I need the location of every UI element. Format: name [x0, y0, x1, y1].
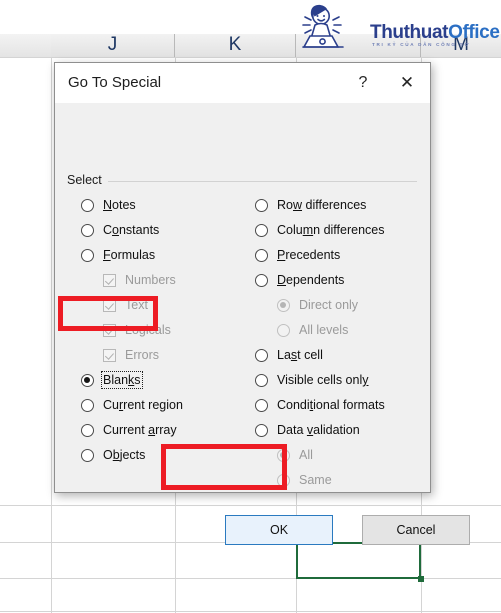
option-notes[interactable]: Notes — [81, 196, 136, 214]
dialog-titlebar: Go To Special ? ✕ — [55, 63, 430, 103]
option-errors: Errors — [103, 346, 159, 364]
option-label: Current array — [103, 423, 177, 437]
option-label: Blanks — [100, 370, 144, 390]
option-label: Column differences — [277, 223, 385, 237]
option-visible-cells-only[interactable]: Visible cells only — [255, 371, 368, 389]
radio-icon — [255, 348, 268, 362]
option-last-cell[interactable]: Last cell — [255, 346, 323, 364]
radio-icon — [81, 373, 94, 387]
option-column-differences[interactable]: Column differences — [255, 221, 385, 239]
option-data-validation[interactable]: Data validation — [255, 421, 360, 439]
option-label: All levels — [299, 323, 349, 337]
column-header-j-label: J — [107, 34, 118, 55]
option-text: Text — [103, 296, 148, 314]
radio-icon — [255, 198, 268, 212]
option-objects[interactable]: Objects — [81, 446, 145, 464]
option-logicals: Logicals — [103, 321, 171, 339]
person-laptop-icon — [302, 4, 344, 48]
radio-icon — [255, 248, 268, 262]
option-all-levels: All levels — [277, 321, 348, 339]
option-label: Constants — [103, 223, 160, 237]
option-label: Last cell — [277, 348, 323, 362]
grid-line-horizontal — [0, 505, 501, 506]
select-group-label: Select — [67, 173, 108, 187]
option-label: All — [299, 448, 313, 462]
option-label: Notes — [103, 198, 136, 212]
column-header-k[interactable]: K — [175, 34, 296, 57]
radio-icon — [81, 448, 94, 462]
option-blanks[interactable]: Blanks — [81, 370, 144, 390]
checkbox-icon — [103, 323, 116, 337]
option-label: Direct only — [299, 298, 359, 312]
option-current-region[interactable]: Current region — [81, 396, 183, 414]
column-header-j[interactable]: J — [51, 34, 175, 57]
watermark-brand: ThuthuatOffice — [370, 22, 500, 44]
dialog-title: Go To Special — [68, 74, 162, 91]
option-row-differences[interactable]: Row differences — [255, 196, 366, 214]
option-conditional-formats[interactable]: Conditional formats — [255, 396, 385, 414]
selection-fill-handle[interactable] — [418, 576, 424, 582]
option-label: Same — [299, 473, 332, 487]
option-label: Logicals — [125, 323, 171, 337]
radio-icon — [255, 223, 268, 237]
option-label: Row differences — [277, 198, 367, 212]
option-label: Numbers — [125, 273, 176, 287]
option-constants[interactable]: Constants — [81, 221, 159, 239]
checkbox-icon — [103, 298, 116, 312]
radio-icon — [255, 423, 268, 437]
grid-line-horizontal — [0, 578, 501, 579]
option-numbers: Numbers — [103, 271, 176, 289]
help-icon[interactable]: ? — [342, 63, 384, 103]
watermark-brand-part1: Thuthuat — [370, 22, 449, 43]
close-icon[interactable]: ✕ — [386, 63, 428, 103]
checkbox-icon — [103, 273, 116, 287]
option-precedents[interactable]: Precedents — [255, 246, 340, 264]
option-current-array[interactable]: Current array — [81, 421, 177, 439]
radio-icon — [81, 423, 94, 437]
watermark-brand-part2: Office — [448, 22, 500, 43]
option-label: Formulas — [103, 248, 156, 262]
radio-icon — [277, 473, 290, 487]
select-group-separator — [67, 181, 417, 182]
radio-icon — [277, 448, 290, 462]
grid-line-horizontal — [0, 611, 501, 612]
cancel-button[interactable]: Cancel — [362, 515, 470, 545]
go-to-special-dialog: Go To Special ? ✕ Select Notes Constants F… — [54, 62, 470, 545]
option-label: Visible cells only — [277, 373, 369, 387]
watermark-tagline: TRI KỶ CỦA DÂN CÔNG SỞ — [372, 42, 471, 47]
checkbox-icon — [103, 348, 116, 362]
ok-button[interactable]: OK — [225, 515, 333, 545]
option-label: Errors — [125, 348, 160, 362]
option-direct-only: Direct only — [277, 296, 358, 314]
radio-icon — [81, 398, 94, 412]
radio-icon — [277, 323, 290, 337]
radio-icon — [255, 373, 268, 387]
radio-icon — [255, 398, 268, 412]
option-label: Dependents — [277, 273, 345, 287]
grid-line-vertical — [51, 57, 52, 613]
radio-icon — [81, 198, 94, 212]
option-all: All — [277, 446, 313, 464]
option-label: Objects — [103, 448, 146, 462]
option-label: Conditional formats — [277, 398, 385, 412]
option-label: Current region — [103, 398, 183, 412]
radio-icon — [277, 298, 290, 312]
radio-icon — [255, 273, 268, 287]
selected-cell[interactable] — [296, 542, 421, 579]
option-label: Precedents — [277, 248, 341, 262]
option-dependents[interactable]: Dependents — [255, 271, 344, 289]
radio-icon — [81, 223, 94, 237]
grid-line-horizontal — [0, 57, 501, 58]
option-label: Data validation — [277, 423, 360, 437]
option-formulas[interactable]: Formulas — [81, 246, 155, 264]
column-header-k-label: K — [228, 34, 242, 55]
thuthuatoffice-watermark: ThuthuatOffice TRI KỶ CỦA DÂN CÔNG SỞ — [302, 2, 500, 54]
option-same: Same — [277, 471, 332, 489]
option-label: Text — [125, 298, 148, 312]
radio-icon — [81, 248, 94, 262]
